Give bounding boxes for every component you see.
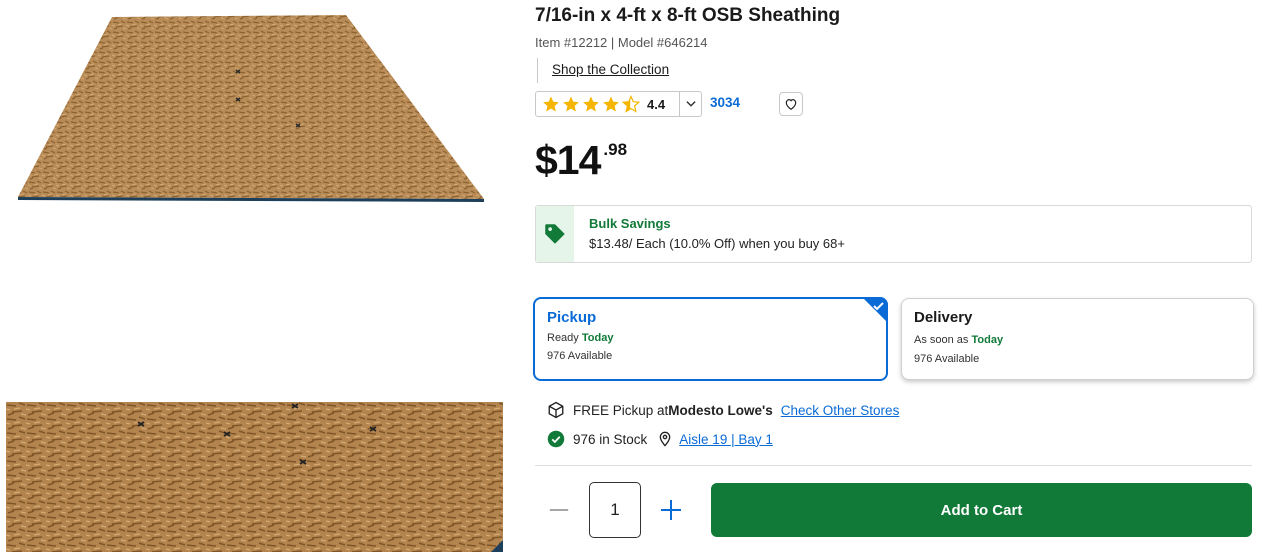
review-count-link[interactable]: 3034: [710, 95, 740, 110]
stock-row: 976 in Stock Aisle 19 | Bay 1: [547, 430, 773, 448]
favorite-button[interactable]: [779, 92, 803, 116]
product-image-main[interactable]: [0, 0, 505, 230]
divider: [535, 465, 1252, 466]
store-pickup-row: FREE Pickup at Modesto Lowe's Check Other…: [547, 401, 899, 419]
checkmark-icon: [862, 297, 888, 323]
delivery-title: Delivery: [914, 309, 973, 326]
check-circle-icon: [547, 430, 565, 448]
product-title: 7/16-in x 4-ft x 8-ft OSB Sheathing: [535, 5, 841, 26]
bulk-savings-title: Bulk Savings: [589, 216, 671, 231]
delivery-available-text: 976 Available: [914, 353, 980, 365]
quantity-increase-button[interactable]: [658, 496, 684, 524]
pickup-ready-text: Ready Today: [547, 332, 614, 344]
star-rating: 4.4: [536, 95, 665, 113]
minus-icon: [549, 509, 569, 511]
location-pin-icon: [659, 431, 671, 447]
box-icon: [548, 401, 564, 419]
star-icon: [603, 96, 619, 112]
pickup-prefix-text: FREE Pickup at: [573, 402, 669, 418]
rating-widget[interactable]: 4.4: [535, 91, 702, 117]
shop-collection-link[interactable]: Shop the Collection: [537, 58, 669, 83]
rating-value: 4.4: [647, 96, 666, 112]
stock-count: 976 in Stock: [573, 431, 648, 447]
star-icon: [543, 96, 559, 112]
price-cents: .98: [603, 140, 628, 159]
delivery-eta-text: As soon as Today: [914, 334, 1004, 346]
star-icon: [583, 96, 599, 112]
bulk-icon-container: [536, 206, 574, 262]
price-dollars: $14: [535, 137, 601, 183]
aisle-location-link[interactable]: Aisle 19 | Bay 1: [679, 432, 773, 447]
chevron-down-icon: [685, 101, 696, 107]
product-image-detail[interactable]: [6, 402, 503, 552]
pickup-title: Pickup: [547, 309, 597, 326]
item-model-number: Item #12212 | Model #646214: [535, 35, 708, 50]
store-name: Modesto Lowe's: [668, 402, 773, 418]
bulk-savings-banner: Bulk Savings $13.48/ Each (10.0% Off) wh…: [535, 205, 1252, 263]
plus-icon: [661, 500, 681, 520]
star-icon: [563, 96, 579, 112]
pickup-option[interactable]: Pickup Ready Today 976 Available: [533, 297, 888, 381]
quantity-input[interactable]: [589, 482, 641, 538]
star-half-icon: [622, 95, 640, 113]
pickup-available-text: 976 Available: [547, 350, 613, 362]
heart-icon: [785, 99, 797, 110]
delivery-option[interactable]: Delivery As soon as Today 976 Available: [901, 298, 1254, 380]
quantity-decrease-button[interactable]: [546, 496, 572, 524]
product-price: $14 .98: [535, 138, 627, 182]
check-other-stores-link[interactable]: Check Other Stores: [781, 403, 900, 418]
bulk-savings-description: $13.48/ Each (10.0% Off) when you buy 68…: [589, 236, 845, 251]
tag-icon: [545, 224, 565, 244]
add-to-cart-button[interactable]: Add to Cart: [711, 483, 1252, 537]
rating-dropdown-toggle[interactable]: [679, 92, 701, 116]
